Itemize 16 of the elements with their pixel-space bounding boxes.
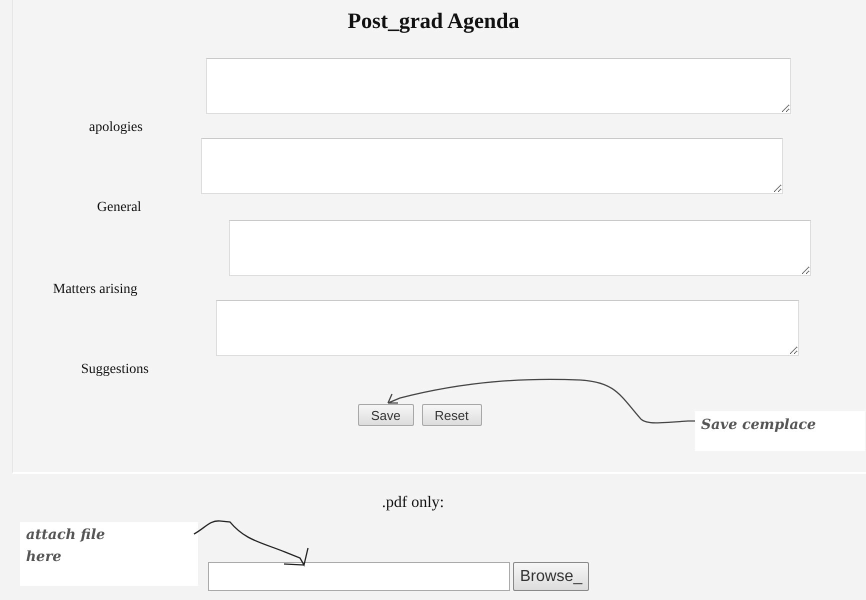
reset-button[interactable]: Reset bbox=[422, 404, 482, 426]
save-button[interactable]: Save bbox=[358, 404, 414, 426]
text-area[interactable] bbox=[216, 300, 799, 356]
browse-button[interactable]: Browse_ bbox=[513, 562, 590, 591]
file-path-field[interactable] bbox=[208, 562, 510, 591]
annotation-note: Save cemplace bbox=[695, 411, 865, 451]
page-title: Post_grad Agenda bbox=[346, 8, 520, 35]
file-type-hint: .pdf only: bbox=[380, 494, 446, 512]
field-label: General bbox=[97, 200, 142, 216]
annotation-note: attach file here bbox=[20, 522, 198, 586]
field-label: apologies bbox=[89, 120, 143, 136]
text-area[interactable] bbox=[201, 138, 783, 194]
text-area[interactable] bbox=[229, 220, 811, 276]
field-label: Suggestions bbox=[81, 362, 149, 378]
field-label: Matters arising bbox=[53, 282, 138, 298]
text-area[interactable] bbox=[206, 58, 791, 114]
